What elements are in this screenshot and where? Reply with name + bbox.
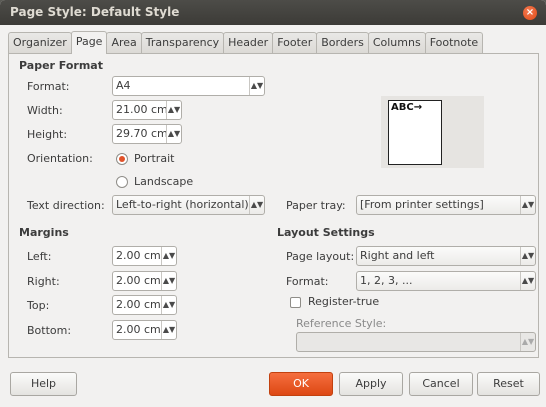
tab-bar: Organizer Page Area Transparency Header … [8,31,484,54]
page-layout-label: Page layout: [286,250,355,263]
spin-arrows-icon: ▲▼ [249,77,264,95]
register-true-label[interactable]: Register-true [308,295,379,308]
height-label: Height: [27,128,68,141]
spin-arrows-icon[interactable]: ▲▼ [166,125,181,143]
spin-arrows-icon[interactable]: ▲▼ [161,272,176,290]
spin-arrows-icon: ▲▼ [249,196,264,214]
title-bar[interactable]: Page Style: Default Style × [0,0,546,25]
tab-footnote[interactable]: Footnote [424,32,484,53]
preview-sample-text: ABC→ [391,102,423,113]
margin-bottom-label: Bottom: [27,324,72,337]
width-value: 21.00 cm [116,103,168,116]
landscape-label[interactable]: Landscape [134,175,193,188]
text-direction-label: Text direction: [27,199,105,212]
window-title: Page Style: Default Style [10,5,180,19]
margin-top-value: 2.00 cm [116,298,161,311]
margin-top-field[interactable]: 2.00 cm ▲▼ [112,295,177,315]
spin-arrows-icon[interactable]: ▲▼ [161,247,176,265]
reset-button[interactable]: Reset [477,372,540,396]
tab-columns[interactable]: Columns [367,32,426,53]
paper-tray-select[interactable]: [From printer settings] ▲▼ [356,195,536,215]
margins-heading: Margins [19,226,69,239]
paper-tray-label: Paper tray: [286,199,346,212]
height-value: 29.70 cm [116,127,168,140]
margin-right-value: 2.00 cm [116,274,161,287]
text-direction-select[interactable]: Left-to-right (horizontal) ▲▼ [112,195,265,215]
spin-arrows-icon[interactable]: ▲▼ [166,101,181,119]
margin-left-field[interactable]: 2.00 cm ▲▼ [112,246,177,266]
tab-header[interactable]: Header [223,32,274,53]
reference-style-select[interactable]: ▲▼ [296,332,536,352]
close-icon[interactable]: × [523,6,537,20]
format-label: Format: [27,80,70,93]
spin-arrows-icon: ▲▼ [520,272,535,290]
margin-bottom-value: 2.00 cm [116,323,161,336]
width-label: Width: [27,104,63,117]
numbering-format-select[interactable]: 1, 2, 3, ... ▲▼ [356,271,536,291]
page-style-dialog: Page Style: Default Style × Organizer Pa… [0,0,546,407]
page-layout-value: Right and left [360,249,435,262]
width-field[interactable]: 21.00 cm ▲▼ [112,100,182,120]
spin-arrows-icon: ▲▼ [520,333,535,351]
orientation-label: Orientation: [27,152,93,165]
spin-arrows-icon[interactable]: ▲▼ [161,321,176,339]
register-true-checkbox[interactable] [290,297,301,308]
apply-button[interactable]: Apply [339,372,403,396]
spin-arrows-icon[interactable]: ▲▼ [161,296,176,314]
format-select[interactable]: A4 ▲▼ [112,76,265,96]
tab-borders[interactable]: Borders [316,32,369,53]
margin-left-label: Left: [27,250,52,263]
portrait-label[interactable]: Portrait [134,152,174,165]
portrait-radio[interactable] [116,153,128,165]
numbering-format-label: Format: [286,275,329,288]
landscape-radio[interactable] [116,176,128,188]
tab-page[interactable]: Page [70,31,108,54]
page-tab-panel: Paper Format Format: A4 ▲▼ Width: 21.00 … [8,53,539,358]
help-button[interactable]: Help [10,372,77,396]
reference-style-label: Reference Style: [296,317,387,330]
tab-footer[interactable]: Footer [272,32,318,53]
margin-right-field[interactable]: 2.00 cm ▲▼ [112,271,177,291]
margin-right-label: Right: [27,275,60,288]
layout-settings-heading: Layout Settings [277,226,375,239]
ok-button[interactable]: OK [269,372,333,396]
text-direction-value: Left-to-right (horizontal) [116,198,249,211]
page-preview-sheet: ABC→ [388,100,442,165]
margin-bottom-field[interactable]: 2.00 cm ▲▼ [112,320,177,340]
numbering-format-value: 1, 2, 3, ... [360,274,413,287]
margin-top-label: Top: [27,299,50,312]
cancel-button[interactable]: Cancel [409,372,473,396]
height-field[interactable]: 29.70 cm ▲▼ [112,124,182,144]
tab-area[interactable]: Area [106,32,142,53]
paper-tray-value: [From printer settings] [360,198,484,211]
paper-format-heading: Paper Format [19,59,103,72]
format-value: A4 [116,79,131,92]
tab-organizer[interactable]: Organizer [8,32,72,53]
tab-transparency[interactable]: Transparency [140,32,225,53]
page-layout-select[interactable]: Right and left ▲▼ [356,246,536,266]
margin-left-value: 2.00 cm [116,249,161,262]
spin-arrows-icon: ▲▼ [520,247,535,265]
spin-arrows-icon: ▲▼ [520,196,535,214]
